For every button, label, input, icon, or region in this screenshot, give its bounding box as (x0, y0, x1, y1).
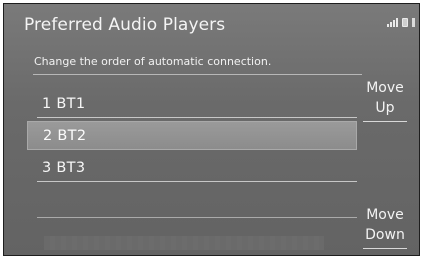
preferred-audio-players-screen: Preferred Audio Players Change the order… (3, 3, 420, 256)
move-up-label-line1: Move (366, 80, 404, 96)
row-divider (37, 217, 357, 218)
list-item-label: 3 BT3 (42, 159, 86, 176)
divider (33, 74, 362, 75)
row-divider (37, 117, 357, 118)
list-item-label: 2 BT2 (43, 127, 87, 144)
row-divider (37, 181, 357, 182)
list-item-bt1[interactable]: 1 BT1 (27, 89, 357, 118)
instruction-text: Change the order of automatic connection… (34, 55, 272, 68)
phone-battery-icon (402, 18, 408, 27)
move-down-button[interactable]: Move Down (359, 205, 411, 249)
page-title: Preferred Audio Players (24, 15, 226, 35)
list-item-empty (27, 189, 357, 218)
move-up-button[interactable]: Move Up (359, 78, 411, 122)
list-item-bt2[interactable]: 2 BT2 (27, 121, 357, 150)
signal-icon (387, 18, 398, 27)
button-underline (363, 121, 407, 122)
move-up-label-line2: Up (375, 100, 395, 116)
move-down-label-line2: Down (365, 227, 405, 243)
background-texture (44, 236, 324, 250)
list-item-label: 1 BT1 (42, 95, 86, 112)
bluetooth-icon (412, 18, 415, 27)
list-item-bt3[interactable]: 3 BT3 (27, 153, 357, 182)
status-bar (387, 18, 415, 27)
move-down-label-line1: Move (366, 207, 404, 223)
button-underline (363, 248, 407, 249)
